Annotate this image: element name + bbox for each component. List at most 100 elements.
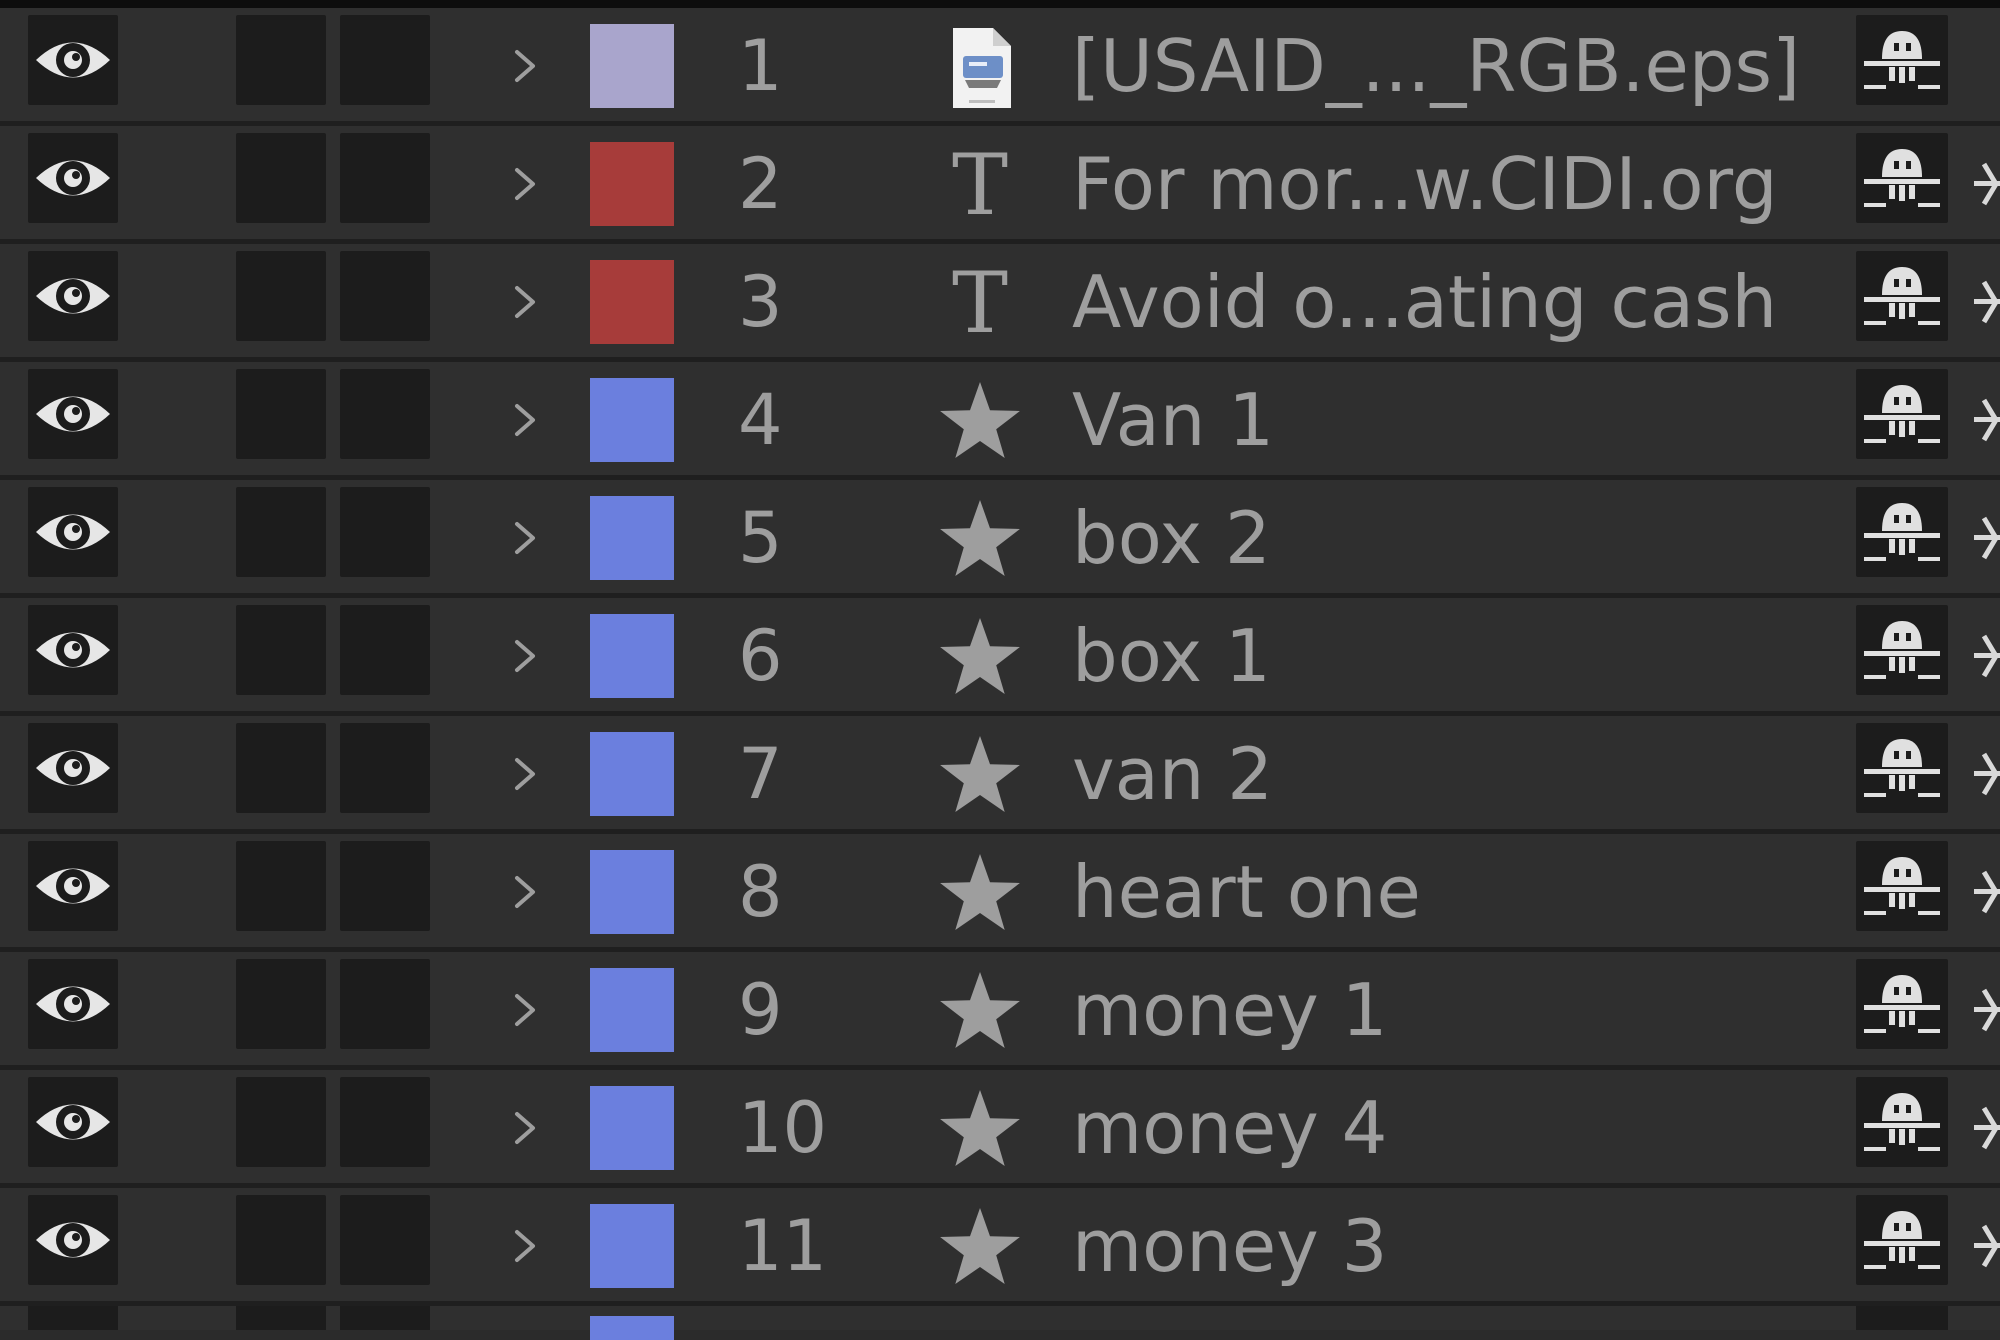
audio-toggle[interactable] — [236, 1306, 326, 1330]
shy-switch[interactable] — [1856, 487, 1948, 577]
visibility-toggle[interactable] — [28, 369, 118, 459]
audio-toggle[interactable] — [236, 487, 326, 577]
shy-switch[interactable] — [1856, 841, 1948, 931]
layer-row[interactable]: 8 heart one — [0, 834, 2000, 952]
shy-switch[interactable] — [1856, 723, 1948, 813]
expand-chevron-icon[interactable] — [505, 1226, 545, 1266]
shy-switch[interactable] — [1856, 15, 1948, 105]
layer-row[interactable]: 2 T For mor...w.CIDI.org — [0, 126, 2000, 244]
layer-row[interactable]: 4 Van 1 — [0, 362, 2000, 480]
lock-toggle[interactable] — [340, 841, 430, 931]
audio-toggle[interactable] — [236, 723, 326, 813]
collapse-transform-switch-icon[interactable] — [1962, 984, 2000, 1036]
collapse-transform-switch-icon[interactable] — [1962, 1220, 2000, 1272]
expand-chevron-icon[interactable] — [505, 872, 545, 912]
lock-toggle[interactable] — [340, 133, 430, 223]
visibility-toggle[interactable] — [28, 15, 118, 105]
shy-switch[interactable] — [1856, 369, 1948, 459]
layer-name[interactable]: Van 1 — [1072, 380, 1274, 460]
expand-chevron-icon[interactable] — [505, 1108, 545, 1148]
layer-name[interactable]: money 1 — [1072, 970, 1387, 1050]
lock-toggle[interactable] — [340, 723, 430, 813]
label-color-swatch[interactable] — [590, 968, 674, 1052]
lock-toggle[interactable] — [340, 487, 430, 577]
audio-toggle[interactable] — [236, 1195, 326, 1285]
layer-row[interactable]: 5 box 2 — [0, 480, 2000, 598]
visibility-toggle[interactable] — [28, 605, 118, 695]
visibility-toggle[interactable] — [28, 1195, 118, 1285]
expand-chevron-icon[interactable] — [505, 46, 545, 86]
expand-chevron-icon[interactable] — [505, 164, 545, 204]
layer-row[interactable]: 10 money 4 — [0, 1070, 2000, 1188]
layer-row[interactable]: 9 money 1 — [0, 952, 2000, 1070]
visibility-toggle[interactable] — [28, 959, 118, 1049]
label-color-swatch[interactable] — [590, 496, 674, 580]
expand-chevron-icon[interactable] — [505, 400, 545, 440]
lock-toggle[interactable] — [340, 251, 430, 341]
label-color-swatch[interactable] — [590, 1086, 674, 1170]
expand-chevron-icon[interactable] — [505, 990, 545, 1030]
audio-toggle[interactable] — [236, 251, 326, 341]
lock-toggle[interactable] — [340, 1195, 430, 1285]
collapse-transform-switch-icon[interactable] — [1962, 394, 2000, 446]
expand-chevron-icon[interactable] — [505, 282, 545, 322]
audio-toggle[interactable] — [236, 369, 326, 459]
visibility-toggle[interactable] — [28, 1077, 118, 1167]
label-color-swatch[interactable] — [590, 1316, 674, 1340]
layer-row[interactable]: 6 box 1 — [0, 598, 2000, 716]
layer-row[interactable]: 11 money 3 — [0, 1188, 2000, 1306]
visibility-toggle[interactable] — [28, 723, 118, 813]
collapse-transform-switch-icon[interactable] — [1962, 1102, 2000, 1154]
label-color-swatch[interactable] — [590, 732, 674, 816]
label-color-swatch[interactable] — [590, 24, 674, 108]
lock-toggle[interactable] — [340, 15, 430, 105]
layer-name[interactable]: [USAID_..._RGB.eps] — [1072, 26, 1800, 106]
label-color-swatch[interactable] — [590, 142, 674, 226]
audio-toggle[interactable] — [236, 1077, 326, 1167]
shy-switch[interactable] — [1856, 959, 1948, 1049]
lock-toggle[interactable] — [340, 1306, 430, 1330]
label-color-swatch[interactable] — [590, 614, 674, 698]
shy-switch[interactable] — [1856, 1195, 1948, 1285]
visibility-toggle[interactable] — [28, 1306, 118, 1330]
layer-name[interactable]: heart one — [1072, 852, 1421, 932]
layer-name[interactable]: money 3 — [1072, 1206, 1387, 1286]
collapse-transform-switch-icon[interactable] — [1962, 748, 2000, 800]
label-color-swatch[interactable] — [590, 850, 674, 934]
shy-switch[interactable] — [1856, 1306, 1948, 1330]
collapse-transform-switch-icon[interactable] — [1962, 276, 2000, 328]
audio-toggle[interactable] — [236, 959, 326, 1049]
collapse-transform-switch-icon[interactable] — [1962, 158, 2000, 210]
audio-toggle[interactable] — [236, 605, 326, 695]
visibility-toggle[interactable] — [28, 251, 118, 341]
lock-toggle[interactable] — [340, 1077, 430, 1167]
layer-name[interactable]: money 4 — [1072, 1088, 1387, 1168]
visibility-toggle[interactable] — [28, 133, 118, 223]
lock-toggle[interactable] — [340, 959, 430, 1049]
layer-row-partial[interactable] — [0, 1306, 2000, 1340]
expand-chevron-icon[interactable] — [505, 636, 545, 676]
collapse-transform-switch-icon[interactable] — [1962, 866, 2000, 918]
label-color-swatch[interactable] — [590, 1204, 674, 1288]
label-color-swatch[interactable] — [590, 378, 674, 462]
visibility-toggle[interactable] — [28, 487, 118, 577]
expand-chevron-icon[interactable] — [505, 754, 545, 794]
collapse-transform-switch-icon[interactable] — [1962, 512, 2000, 564]
shy-switch[interactable] — [1856, 605, 1948, 695]
layer-name[interactable]: van 2 — [1072, 734, 1273, 814]
label-color-swatch[interactable] — [590, 260, 674, 344]
layer-name[interactable]: box 1 — [1072, 616, 1271, 696]
layer-name[interactable]: For mor...w.CIDI.org — [1072, 144, 1778, 224]
visibility-toggle[interactable] — [28, 841, 118, 931]
shy-switch[interactable] — [1856, 1077, 1948, 1167]
expand-chevron-icon[interactable] — [505, 518, 545, 558]
shy-switch[interactable] — [1856, 133, 1948, 223]
shy-switch[interactable] — [1856, 251, 1948, 341]
audio-toggle[interactable] — [236, 841, 326, 931]
layer-row[interactable]: 1 [USAID_..._RGB.eps] — [0, 8, 2000, 126]
layer-row[interactable]: 7 van 2 — [0, 716, 2000, 834]
lock-toggle[interactable] — [340, 605, 430, 695]
layer-name[interactable]: box 2 — [1072, 498, 1271, 578]
layer-row[interactable]: 3 T Avoid o...ating cash — [0, 244, 2000, 362]
audio-toggle[interactable] — [236, 133, 326, 223]
